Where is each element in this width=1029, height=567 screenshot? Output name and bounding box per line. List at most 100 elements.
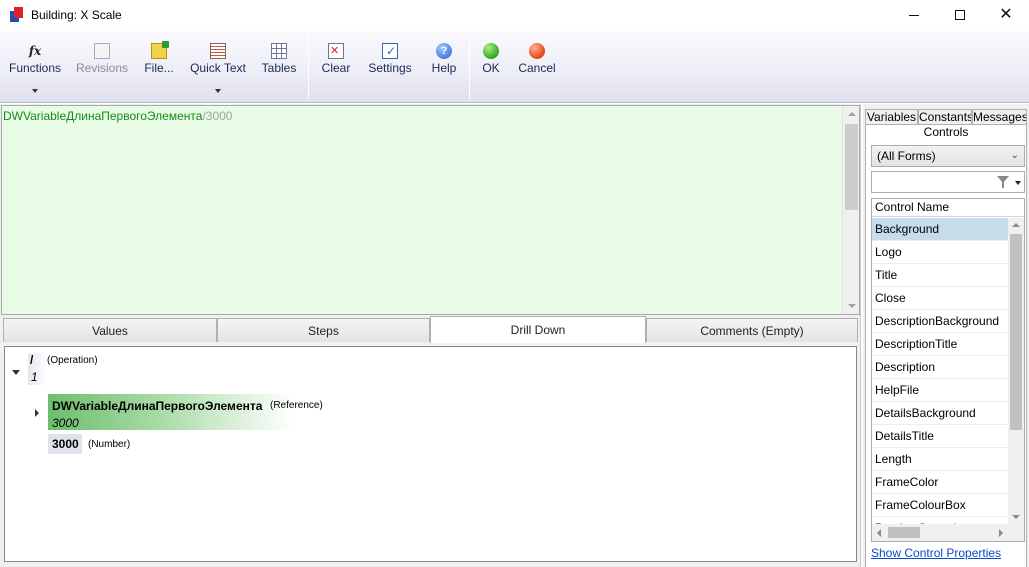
function-icon: fx: [28, 44, 42, 58]
tab-variables[interactable]: Variables: [865, 109, 918, 125]
quick-text-icon: [210, 43, 226, 59]
revisions-label: Revisions: [75, 61, 129, 75]
minimize-icon: [909, 15, 919, 16]
formula-number-token: 3000: [205, 109, 233, 123]
revisions-icon: [94, 43, 110, 59]
file-label: File...: [144, 61, 174, 75]
chevron-down-icon: [32, 89, 38, 93]
tab-steps[interactable]: Steps: [217, 318, 430, 342]
expand-arrow-icon[interactable]: [35, 409, 39, 417]
maximize-button[interactable]: [937, 0, 983, 31]
file-icon: [151, 41, 169, 59]
drill-down-tree: / (Operation) 1 DWVariableДлинаПервогоЭл…: [4, 346, 857, 562]
window-title: Building: X Scale: [31, 8, 122, 22]
show-control-properties-link[interactable]: Show Control Properties: [871, 546, 1001, 560]
help-button[interactable]: ? Help: [426, 39, 462, 95]
formula-editor[interactable]: DWVariableДлинаПервогоЭлемента/3000: [1, 105, 860, 315]
node-type: (Operation): [47, 355, 98, 366]
table-row[interactable]: HelpFile: [872, 379, 1008, 402]
table-row[interactable]: DescriptionBackground: [872, 310, 1008, 333]
forms-dropdown-value: (All Forms): [877, 149, 936, 163]
scrollbar-thumb[interactable]: [1010, 234, 1022, 430]
table-row[interactable]: Close: [872, 287, 1008, 310]
table-row[interactable]: Description: [872, 356, 1008, 379]
formula-area: DWVariableДлинаПервогоЭлемента/3000 Valu…: [0, 104, 861, 567]
table-row[interactable]: Length: [872, 448, 1008, 471]
tables-button[interactable]: Tables: [258, 39, 300, 95]
ok-label: OK: [482, 61, 500, 75]
formula-reference-token: DWVariableДлинаПервогоЭлемента: [3, 109, 203, 123]
toolbar: fx Functions Revisions File... Quick Tex…: [0, 31, 1029, 103]
table-icon: [271, 43, 287, 59]
node-type: (Reference): [270, 400, 323, 411]
table-row[interactable]: Background: [872, 218, 1008, 241]
tab-constants[interactable]: Constants: [918, 109, 972, 125]
clear-label: Clear: [321, 61, 351, 75]
settings-label: Settings: [368, 61, 412, 75]
scrollbar-thumb[interactable]: [888, 527, 920, 538]
scroll-down-icon[interactable]: [1012, 515, 1020, 519]
tab-controls[interactable]: Controls: [865, 124, 1027, 141]
quick-text-button[interactable]: Quick Text: [186, 39, 250, 95]
tree-node-operation[interactable]: / (Operation) 1: [28, 352, 278, 388]
formula-text[interactable]: DWVariableДлинаПервогоЭлемента/3000: [3, 109, 232, 123]
controls-list: Background Logo Title Close DescriptionBackg…: [872, 218, 1008, 540]
scroll-up-icon[interactable]: [1012, 223, 1020, 227]
toolbar-separator: [308, 33, 309, 99]
scroll-right-icon[interactable]: [999, 529, 1003, 537]
collapse-arrow-icon[interactable]: [12, 370, 20, 375]
column-header-control-name[interactable]: Control Name: [872, 199, 1024, 217]
result-tabs: Values Steps Drill Down Comments (Empty): [3, 316, 858, 343]
forms-dropdown[interactable]: (All Forms) ⌄: [871, 145, 1025, 167]
tab-messages[interactable]: Messages: [972, 109, 1027, 125]
grid-horizontal-scrollbar[interactable]: [872, 524, 1024, 541]
node-value: /: [30, 353, 34, 367]
filter-icon[interactable]: [997, 176, 1009, 188]
maximize-icon: [955, 10, 965, 20]
chevron-down-icon: ⌄: [1010, 150, 1019, 161]
editor-scrollbar[interactable]: [842, 106, 859, 314]
table-row[interactable]: Title: [872, 264, 1008, 287]
tree-node-reference[interactable]: DWVariableДлинаПервогоЭлемента (Referenc…: [48, 394, 348, 430]
chevron-down-icon: [215, 89, 221, 93]
clear-button[interactable]: Clear: [318, 39, 354, 95]
file-button[interactable]: File...: [140, 39, 178, 95]
tables-label: Tables: [261, 61, 297, 75]
node-result: 3000: [52, 416, 79, 430]
ok-button[interactable]: OK: [476, 39, 506, 95]
node-value: DWVariableДлинаПервогоЭлемента: [52, 399, 263, 413]
close-icon: ✕: [999, 6, 1013, 23]
table-row[interactable]: DetailsBackground: [872, 402, 1008, 425]
revisions-button[interactable]: Revisions: [72, 39, 132, 95]
node-result: 1: [31, 370, 38, 384]
quick-text-label: Quick Text: [190, 61, 246, 75]
table-row[interactable]: FrameColourBox: [872, 494, 1008, 517]
ok-icon: [483, 43, 499, 59]
table-row[interactable]: DescriptionTitle: [872, 333, 1008, 356]
tab-drill-down[interactable]: Drill Down: [430, 316, 646, 343]
app-icon: [10, 7, 24, 23]
help-label: Help: [431, 61, 457, 75]
cancel-icon: [529, 43, 545, 59]
tab-values[interactable]: Values: [3, 318, 217, 342]
cancel-button[interactable]: Cancel: [514, 39, 560, 95]
scroll-up-icon[interactable]: [848, 112, 856, 116]
grid-vertical-scrollbar[interactable]: [1008, 218, 1024, 524]
scroll-down-icon[interactable]: [848, 304, 856, 308]
functions-button[interactable]: fx Functions: [4, 39, 66, 95]
functions-label: Functions: [8, 61, 62, 75]
scroll-left-icon[interactable]: [877, 529, 881, 537]
close-button[interactable]: ✕: [983, 0, 1029, 31]
filter-dropdown-icon[interactable]: [1015, 181, 1021, 185]
settings-button[interactable]: Settings: [364, 39, 416, 95]
table-row[interactable]: Logo: [872, 241, 1008, 264]
cancel-label: Cancel: [518, 61, 556, 75]
table-row[interactable]: DetailsTitle: [872, 425, 1008, 448]
scrollbar-thumb[interactable]: [845, 124, 858, 210]
tab-comments[interactable]: Comments (Empty): [646, 318, 858, 342]
node-type: (Number): [88, 439, 131, 450]
minimize-button[interactable]: [891, 0, 937, 31]
filter-input[interactable]: [871, 171, 1025, 193]
table-row[interactable]: FrameColor: [872, 471, 1008, 494]
tree-node-number[interactable]: 3000 (Number): [48, 434, 168, 454]
